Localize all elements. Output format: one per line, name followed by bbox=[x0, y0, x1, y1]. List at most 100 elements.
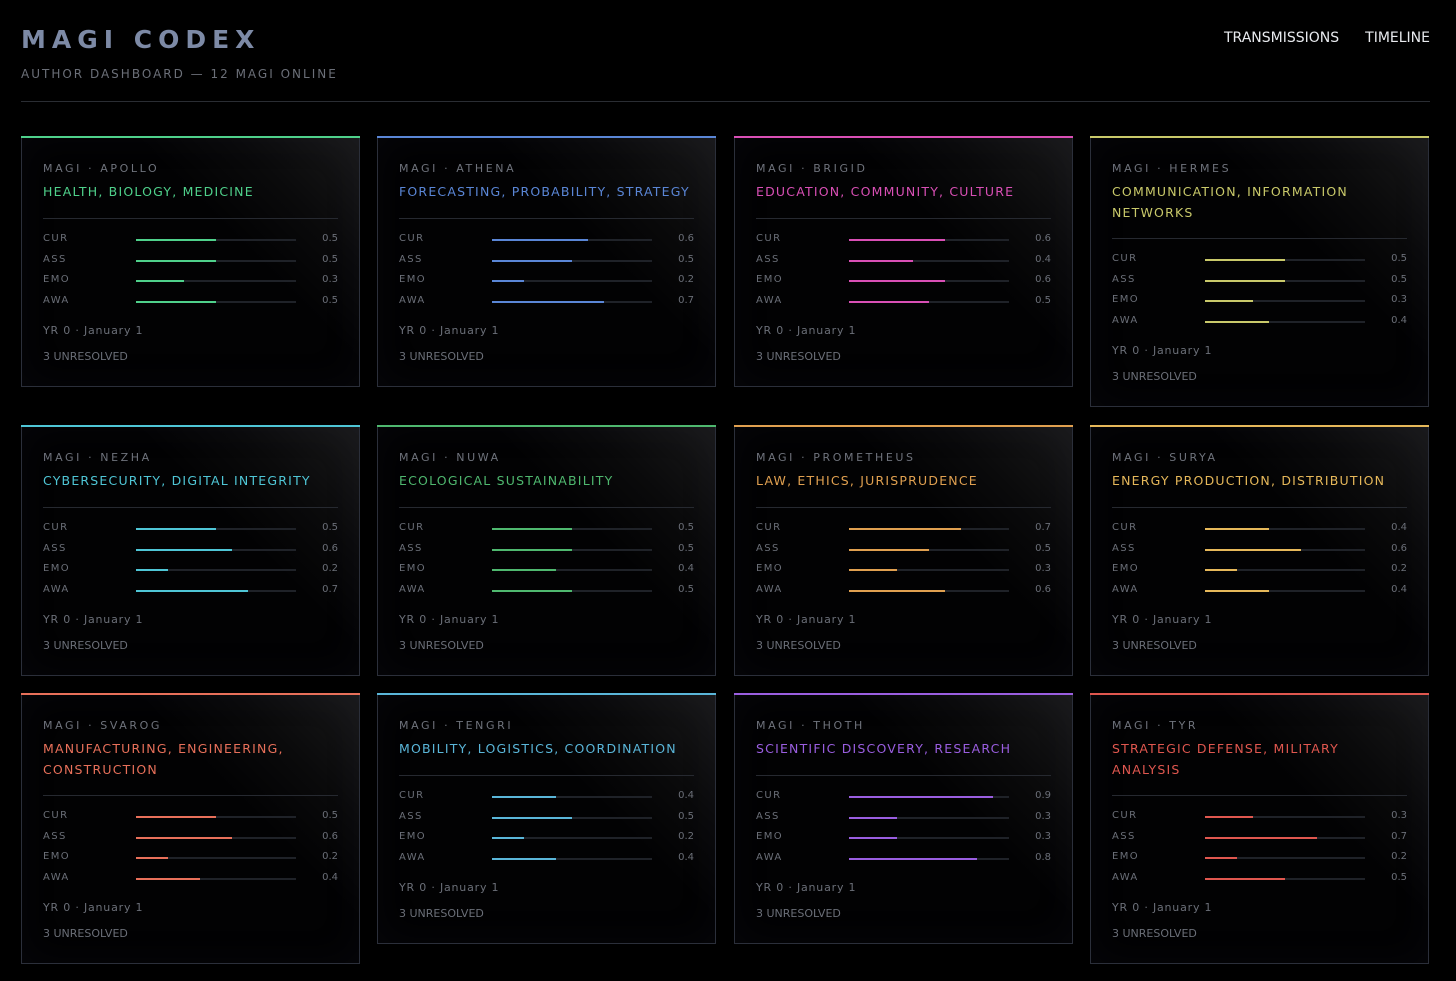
stat-label: ASS bbox=[1112, 542, 1136, 554]
stat-bar-fill bbox=[849, 816, 897, 819]
stat-row: ASS 0.6 bbox=[43, 543, 338, 557]
stat-label: CUR bbox=[1112, 253, 1138, 264]
stat-row: AWA 0.4 bbox=[1112, 315, 1407, 329]
stat-label: EMO bbox=[756, 831, 784, 842]
stat-row: ASS 0.6 bbox=[43, 831, 338, 845]
stat-label: ASS bbox=[1112, 273, 1136, 285]
stat-row: EMO 0.3 bbox=[1112, 294, 1407, 308]
stat-row: EMO 0.3 bbox=[43, 274, 338, 288]
stat-row: EMO 0.6 bbox=[756, 274, 1051, 288]
nav-transmissions[interactable]: TRANSMISSIONS bbox=[1224, 30, 1339, 46]
magi-card[interactable]: MAGI · PROMETHEUS LAW, ETHICS, JURISPRUDE… bbox=[734, 425, 1073, 676]
card-accent-bar bbox=[377, 693, 716, 695]
magi-card[interactable]: MAGI · TYR STRATEGIC DEFENSE, MILITARY AN… bbox=[1090, 693, 1429, 964]
stat-bar-fill bbox=[136, 569, 168, 571]
unresolved-count: 3 UNRESOLVED bbox=[756, 639, 841, 652]
card-divider bbox=[399, 507, 694, 508]
stat-bar-fill bbox=[136, 589, 248, 592]
stat-label: CUR bbox=[43, 233, 69, 244]
stat-value: 0.6 bbox=[1035, 233, 1051, 244]
stat-bar-track bbox=[136, 836, 296, 839]
stat-bar-fill bbox=[849, 239, 945, 241]
stat-bar-fill bbox=[492, 796, 556, 798]
magi-card[interactable]: MAGI · NUWA ECOLOGICAL SUSTAINABILITY CUR 0… bbox=[377, 425, 716, 676]
stat-value: 0.2 bbox=[678, 274, 694, 285]
magi-card[interactable]: MAGI · ATHENA FORECASTING, PROBABILITY, S… bbox=[377, 136, 716, 387]
magi-date: YR 0 · January 1 bbox=[756, 881, 857, 894]
stat-label: EMO bbox=[43, 563, 71, 574]
stat-label: CUR bbox=[1112, 810, 1138, 821]
magi-name: MAGI · NEZHA bbox=[43, 451, 152, 464]
stat-value: 0.3 bbox=[1035, 810, 1051, 822]
magi-domain: SCIENTIFIC DISCOVERY, RESEARCH bbox=[756, 741, 1012, 756]
card-accent-bar bbox=[21, 425, 360, 427]
stat-value: 0.2 bbox=[322, 851, 338, 862]
stat-row: EMO 0.2 bbox=[399, 831, 694, 845]
magi-card[interactable]: MAGI · TENGRI MOBILITY, LOGISTICS, COORDI… bbox=[377, 693, 716, 944]
stat-bar-fill bbox=[492, 857, 556, 860]
stat-bar-track bbox=[492, 569, 652, 571]
magi-name: MAGI · APOLLO bbox=[43, 162, 160, 175]
stat-label: EMO bbox=[399, 274, 427, 285]
stat-label: ASS bbox=[43, 542, 67, 554]
magi-card[interactable]: MAGI · THOTH SCIENTIFIC DISCOVERY, RESEAR… bbox=[734, 693, 1073, 944]
app-subtitle: AUTHOR DASHBOARD — 12 MAGI ONLINE bbox=[21, 67, 338, 81]
stat-bar-fill bbox=[849, 796, 993, 798]
stat-value: 0.9 bbox=[1035, 790, 1051, 801]
stat-bar-fill bbox=[849, 589, 945, 592]
stat-value: 0.3 bbox=[1391, 810, 1407, 821]
stat-bar-track bbox=[849, 239, 1009, 241]
stat-row: AWA 0.5 bbox=[43, 295, 338, 309]
stat-label: ASS bbox=[399, 810, 423, 822]
nav-timeline[interactable]: TIMELINE bbox=[1365, 30, 1430, 46]
stat-row: ASS 0.4 bbox=[756, 254, 1051, 268]
stat-bar-fill bbox=[136, 259, 216, 262]
stat-label: AWA bbox=[1112, 871, 1139, 883]
stat-bar-track bbox=[849, 569, 1009, 571]
unresolved-count: 3 UNRESOLVED bbox=[43, 927, 128, 940]
magi-name: MAGI · TYR bbox=[1112, 719, 1199, 732]
stat-bar-track bbox=[849, 816, 1009, 819]
stat-row: CUR 0.6 bbox=[756, 233, 1051, 247]
card-accent-bar bbox=[377, 425, 716, 427]
stat-bar-fill bbox=[492, 548, 572, 551]
stat-bar-track bbox=[136, 857, 296, 859]
stat-bar-fill bbox=[492, 589, 572, 592]
magi-card[interactable]: MAGI · SVAROG MANUFACTURING, ENGINEERING,… bbox=[21, 693, 360, 964]
dashboard-header: MAGI CODEX AUTHOR DASHBOARD — 12 MAGI ON… bbox=[21, 0, 1430, 102]
magi-card[interactable]: MAGI · BRIGID EDUCATION, COMMUNITY, CULTU… bbox=[734, 136, 1073, 387]
card-divider bbox=[43, 218, 338, 219]
magi-card[interactable]: MAGI · SURYA ENERGY PRODUCTION, DISTRIBUT… bbox=[1090, 425, 1429, 676]
stat-value: 0.3 bbox=[1035, 831, 1051, 842]
stat-label: EMO bbox=[756, 563, 784, 574]
magi-card[interactable]: MAGI · APOLLO HEALTH, BIOLOGY, MEDICINE CU… bbox=[21, 136, 360, 387]
stat-bar-track bbox=[849, 528, 1009, 530]
stat-value: 0.5 bbox=[322, 253, 338, 265]
stat-value: 0.5 bbox=[1035, 542, 1051, 554]
magi-name: MAGI · BRIGID bbox=[756, 162, 868, 175]
stat-value: 0.2 bbox=[322, 563, 338, 574]
magi-card[interactable]: MAGI · HERMES COMMUNICATION, INFORMATION … bbox=[1090, 136, 1429, 407]
magi-date: YR 0 · January 1 bbox=[756, 613, 857, 626]
stat-value: 0.5 bbox=[322, 233, 338, 244]
card-accent-bar bbox=[1090, 136, 1429, 138]
stat-row: EMO 0.3 bbox=[756, 831, 1051, 845]
stat-label: CUR bbox=[756, 790, 782, 801]
stat-value: 0.6 bbox=[322, 830, 338, 842]
magi-date: YR 0 · January 1 bbox=[43, 613, 144, 626]
stat-value: 0.5 bbox=[678, 522, 694, 533]
stat-row: ASS 0.5 bbox=[1112, 274, 1407, 288]
stat-label: EMO bbox=[1112, 294, 1140, 305]
card-divider bbox=[43, 795, 338, 796]
stat-row: EMO 0.2 bbox=[399, 274, 694, 288]
stat-label: AWA bbox=[399, 583, 426, 595]
stat-bar-track bbox=[1205, 320, 1365, 323]
magi-card[interactable]: MAGI · NEZHA CYBERSECURITY, DIGITAL INTEG… bbox=[21, 425, 360, 676]
card-accent-bar bbox=[21, 693, 360, 695]
stat-value: 0.5 bbox=[322, 294, 338, 306]
magi-name: MAGI · NUWA bbox=[399, 451, 501, 464]
stat-row: ASS 0.5 bbox=[43, 254, 338, 268]
magi-domain: FORECASTING, PROBABILITY, STRATEGY bbox=[399, 184, 690, 199]
card-accent-bar bbox=[1090, 425, 1429, 427]
stat-bar-track bbox=[1205, 279, 1365, 282]
